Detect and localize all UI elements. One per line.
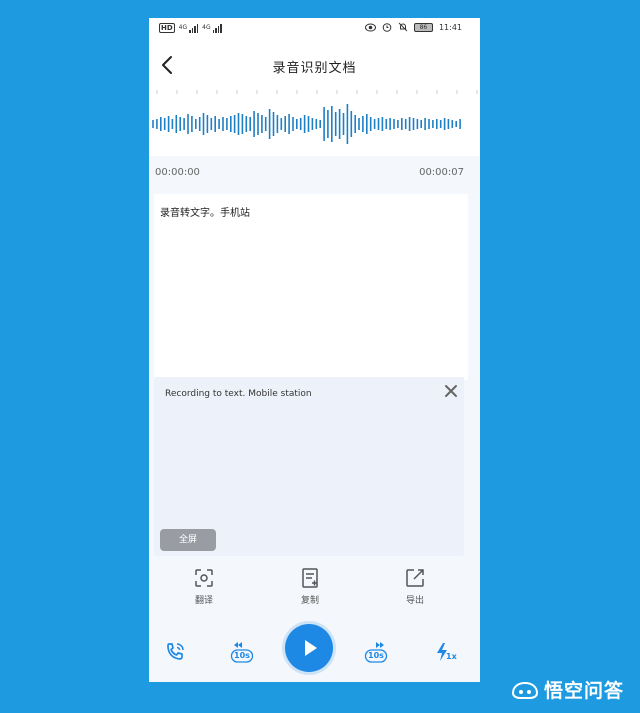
translate-button[interactable]: 翻译	[176, 567, 232, 613]
play-icon	[305, 640, 317, 656]
action-label: 复制	[300, 596, 319, 606]
battery-icon: 86	[413, 22, 433, 32]
export-button[interactable]: 导出	[387, 567, 443, 613]
action-label: 导出	[405, 596, 424, 606]
wukong-logo-icon	[511, 681, 539, 699]
phone-call-icon	[167, 643, 184, 660]
transcript-text: 录音转文字。手机站	[160, 208, 250, 219]
status-bar: HD 4G 4G 86 11:41	[149, 18, 480, 40]
signal-icon: 4G	[202, 23, 222, 33]
copy-doc-icon	[302, 568, 318, 588]
timeline: 00:00:00 00:00:07	[149, 156, 480, 192]
status-time: 11:41	[438, 22, 462, 32]
app-header: 录音识别文档	[149, 40, 480, 90]
hd-badge: HD	[159, 23, 175, 33]
transcript-area[interactable]: 录音转文字。手机站	[154, 194, 468, 380]
alarm-icon	[382, 23, 392, 32]
page-title: 录音识别文档	[272, 61, 357, 76]
player-controls: 10s 10s 1x	[149, 622, 480, 682]
forward-button[interactable]: 10s	[363, 640, 389, 664]
close-icon	[445, 385, 457, 397]
time-start: 00:00:00	[155, 167, 200, 178]
action-label: 翻译	[194, 596, 213, 606]
eye-icon	[364, 23, 376, 31]
forward-label: 10s	[368, 651, 384, 660]
action-bar: 翻译 复制 导出	[149, 563, 480, 615]
time-end: 00:00:07	[419, 167, 464, 178]
translation-panel: Recording to text. Mobile station 全屏	[154, 377, 464, 556]
phone-call-button[interactable]	[163, 640, 187, 664]
translation-text: Recording to text. Mobile station	[165, 389, 312, 399]
phone-screen: HD 4G 4G 86 11:41 录音识别文档 00:00:00 00:00:…	[149, 18, 480, 682]
watermark: 悟空问答	[510, 676, 624, 703]
rewind-button[interactable]: 10s	[229, 640, 255, 664]
speed-button[interactable]: 1x	[433, 640, 457, 664]
rewind-label: 10s	[234, 651, 250, 660]
close-button[interactable]	[444, 383, 458, 397]
fullscreen-button[interactable]: 全屏	[160, 529, 216, 551]
mute-bell-icon	[398, 22, 408, 32]
watermark-text: 悟空问答	[544, 680, 625, 702]
speed-label: 1x	[446, 652, 457, 661]
signal-icon: 4G	[179, 23, 199, 33]
translate-scan-icon	[195, 569, 213, 587]
play-button[interactable]	[285, 624, 333, 672]
copy-button[interactable]: 复制	[282, 567, 338, 613]
export-icon	[406, 569, 424, 587]
audio-waveform[interactable]	[149, 90, 480, 156]
waveform-graphic	[152, 90, 478, 144]
